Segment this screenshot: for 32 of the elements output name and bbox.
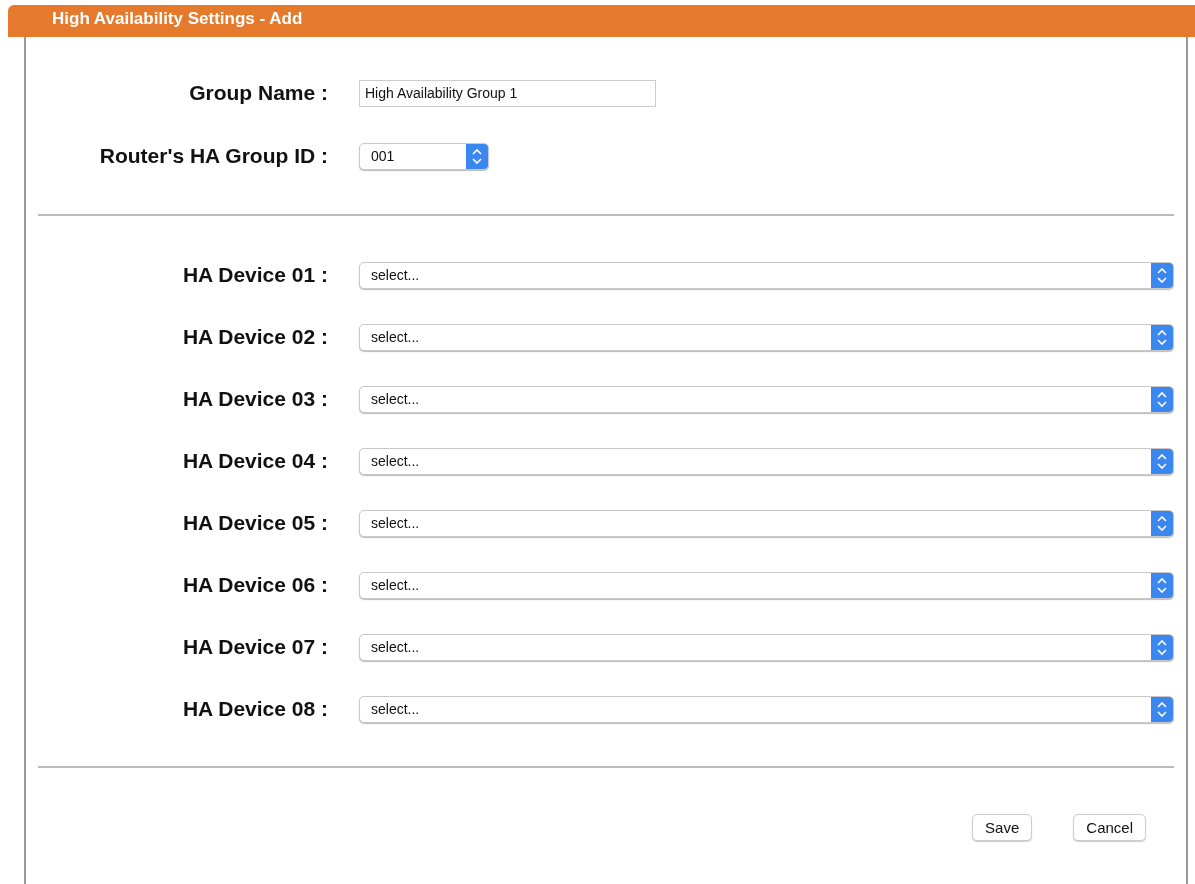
- device-label: HA Device 02 :: [181, 325, 328, 349]
- device-select[interactable]: select...: [359, 323, 1174, 351]
- field-label: Group Name :: [188, 81, 328, 105]
- chevron-updown-icon: [1151, 696, 1173, 722]
- device-label: HA Device 08 :: [181, 697, 328, 721]
- device-select[interactable]: select...: [359, 261, 1174, 289]
- group-name-field[interactable]: High Availability Group 1: [359, 79, 656, 107]
- group-id-select[interactable]: 001: [359, 142, 489, 170]
- chevron-updown-icon: [1151, 510, 1173, 536]
- device-select[interactable]: select...: [359, 633, 1174, 661]
- device-select[interactable]: select...: [359, 385, 1174, 413]
- cancel-button[interactable]: Cancel: [1073, 814, 1146, 841]
- device-label: HA Device 01 :: [181, 263, 328, 287]
- device-label: HA Device 06 :: [181, 573, 328, 597]
- field-label: Router's HA Group ID :: [98, 144, 328, 168]
- chevron-updown-icon: [1151, 448, 1173, 474]
- device-label: HA Device 05 :: [181, 511, 328, 535]
- chevron-updown-icon: [1151, 386, 1173, 412]
- dialog-title: High Availability Settings - Add: [52, 9, 303, 29]
- save-button[interactable]: Save: [972, 814, 1033, 841]
- device-select[interactable]: select...: [359, 447, 1174, 475]
- chevron-updown-icon: [1151, 324, 1173, 350]
- device-label: HA Device 07 :: [181, 635, 328, 659]
- device-select[interactable]: select...: [359, 571, 1174, 599]
- device-label: HA Device 03 :: [181, 387, 328, 411]
- device-select[interactable]: select...: [359, 509, 1174, 537]
- chevron-updown-icon: [1151, 634, 1173, 660]
- device-select[interactable]: select...: [359, 695, 1174, 723]
- device-label: HA Device 04 :: [181, 449, 328, 473]
- chevron-updown-icon: [1151, 262, 1173, 288]
- chevron-updown-icon: [1151, 572, 1173, 598]
- chevron-updown-icon: [466, 143, 488, 169]
